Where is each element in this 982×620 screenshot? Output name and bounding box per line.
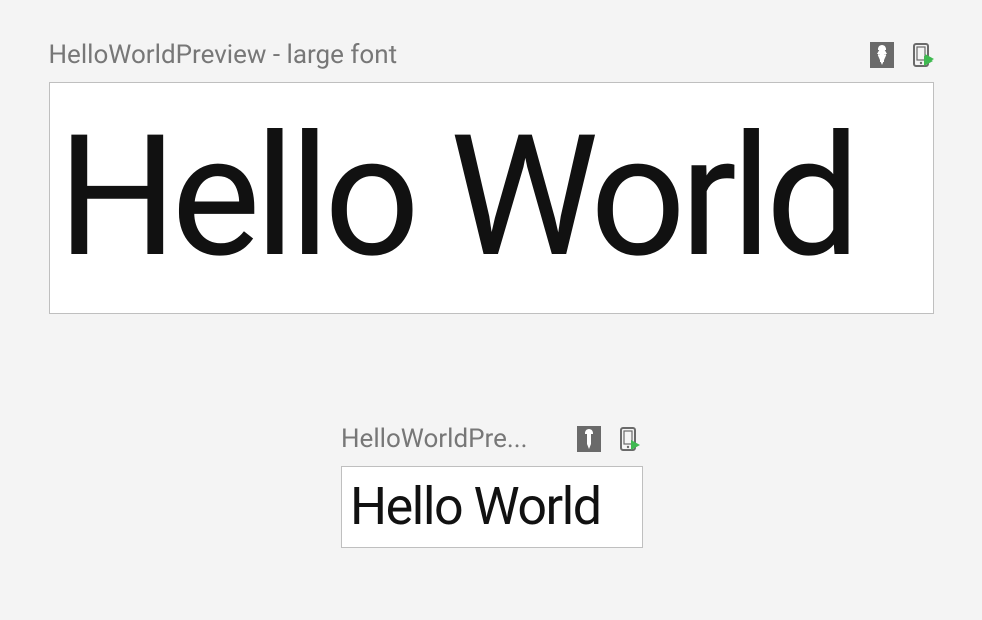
preview-canvas: Hello World <box>341 466 643 548</box>
interactive-mode-icon[interactable] <box>577 426 601 452</box>
run-preview-icon[interactable] <box>912 42 934 68</box>
preview-header: HelloWorldPreview - large font <box>49 40 934 70</box>
preview-header: HelloWorldPre... <box>341 424 641 454</box>
preview-toolbar <box>577 426 641 452</box>
interactive-mode-icon[interactable] <box>870 42 894 68</box>
preview-large-font: HelloWorldPreview - large font <box>49 40 934 314</box>
preview-content-text: Hello World <box>58 114 855 282</box>
preview-toolbar <box>870 42 934 68</box>
preview-content-text: Hello World <box>350 481 601 533</box>
preview-title: HelloWorldPreview - large font <box>49 40 398 70</box>
preview-title: HelloWorldPre... <box>341 424 527 454</box>
run-preview-icon[interactable] <box>619 426 641 452</box>
preview-default: HelloWorldPre... Hello World <box>341 424 641 548</box>
preview-canvas: Hello World <box>49 82 934 314</box>
